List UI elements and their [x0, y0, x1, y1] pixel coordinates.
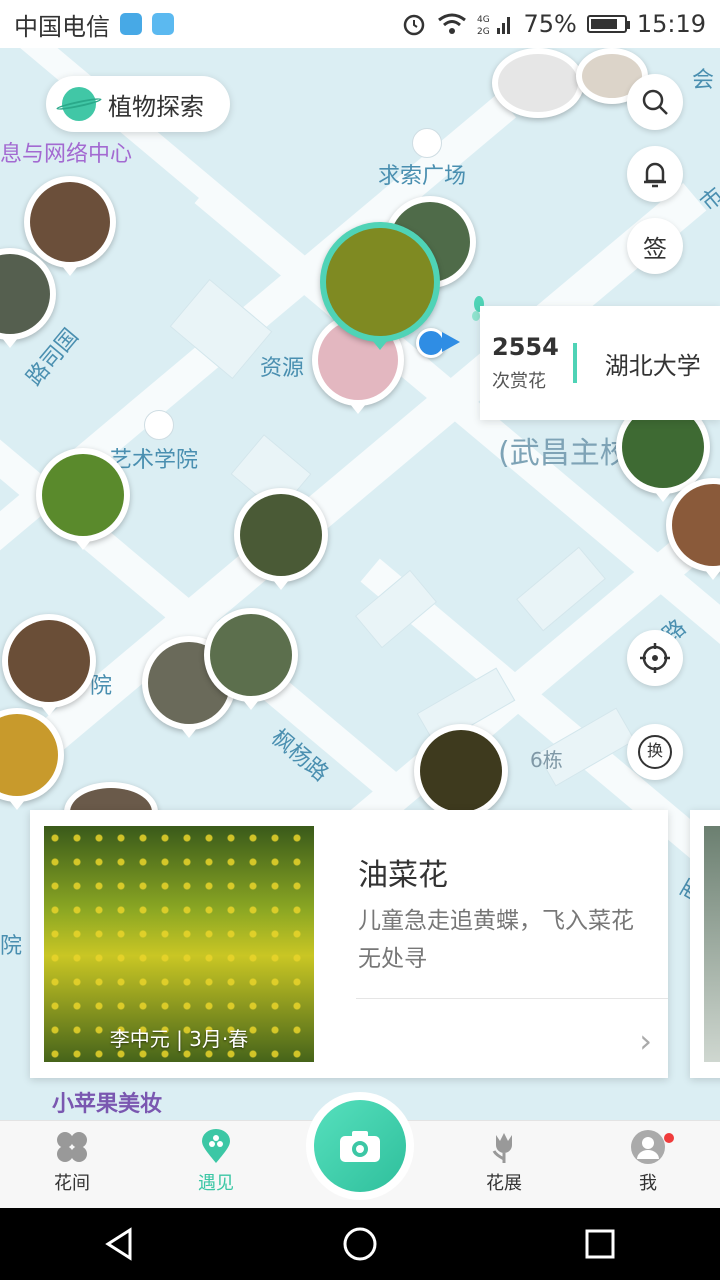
tab-huajian[interactable]: 花间 — [0, 1121, 144, 1209]
photo-credit: 李中元 | 3月·春 — [109, 1027, 249, 1051]
plant-explore-label: 植物探索 — [108, 92, 204, 121]
tab-label: 遇见 — [198, 1173, 234, 1194]
next-flower-card[interactable] — [690, 810, 720, 1078]
alarm-icon — [404, 14, 425, 36]
locate-button[interactable] — [627, 630, 683, 686]
switch-label: 换 — [646, 741, 663, 760]
location-name: 湖北大学 — [604, 351, 701, 380]
heading-arrow — [442, 332, 460, 352]
view-count-number: 2554 — [492, 333, 559, 361]
tab-label: 花展 — [486, 1173, 522, 1194]
info-divider — [572, 343, 577, 383]
flower-pin[interactable] — [492, 48, 584, 118]
flower-pin-selected[interactable] — [320, 222, 440, 350]
search-button[interactable] — [627, 74, 683, 130]
location-info-card[interactable]: 2554 次赏花 湖北大学 — [480, 306, 720, 420]
flower-pin[interactable] — [204, 608, 298, 710]
status-bar: 中国电信 4G 2G 75% 15:19 — [0, 0, 720, 48]
tab-me[interactable]: 我 — [576, 1121, 720, 1209]
landmark-icon — [412, 128, 442, 158]
flower-pin[interactable] — [234, 488, 328, 590]
map-label-art-school: 艺术学院 — [110, 448, 199, 473]
home-icon[interactable] — [342, 1226, 378, 1262]
health-app-icon — [152, 13, 174, 35]
flower-card[interactable]: 李中元 | 3月·春 油菜花 儿童急走追黄蝶，飞入菜花无处寻 › — [30, 810, 668, 1078]
switch-button[interactable]: 换 — [627, 724, 683, 780]
chevron-right-icon[interactable]: › — [639, 1022, 652, 1060]
wifi-icon — [438, 13, 467, 34]
tab-yujian[interactable]: 遇见 — [144, 1121, 288, 1209]
map-label-ziyuan: 资源 — [260, 356, 305, 381]
notification-dot — [664, 1133, 674, 1143]
flower-description: 儿童急走追黄蝶，飞入菜花无处寻 — [358, 908, 634, 972]
map-label-building-6: 6栋 — [530, 748, 563, 772]
flower-pin[interactable] — [414, 724, 508, 826]
bell-icon — [644, 162, 666, 188]
location-app-icon — [120, 13, 142, 35]
avatar-icon — [631, 1130, 665, 1164]
battery-percent: 75% — [523, 10, 577, 38]
plant-explore-chip[interactable]: 植物探索 — [46, 76, 230, 132]
crosshair-icon — [640, 643, 670, 673]
view-count-unit: 次赏花 — [492, 371, 546, 392]
signal-icon: 4G2G — [477, 15, 511, 36]
next-flower-photo — [704, 826, 720, 1062]
flower-pin[interactable] — [2, 614, 96, 716]
tab-label: 花间 — [54, 1173, 90, 1194]
map-label-hui: 会 — [692, 68, 715, 93]
svg-text:4G: 4G — [477, 15, 490, 25]
tab-label: 我 — [639, 1173, 657, 1194]
map-label-shop: 小苹果美妆 — [52, 1092, 163, 1117]
tulip-icon — [492, 1133, 512, 1163]
flower-title: 油菜花 — [358, 858, 448, 893]
map-label-info-center: 息与网络中心 — [0, 142, 133, 167]
map-label-wuchang-campus: (武昌主校 — [498, 436, 630, 471]
clover-icon — [57, 1132, 87, 1162]
camera-button[interactable] — [306, 1092, 414, 1200]
checkin-label: 签 — [643, 234, 667, 263]
checkin-button[interactable]: 签 — [627, 218, 683, 274]
clock: 15:19 — [636, 10, 706, 38]
carrier-label: 中国电信 — [14, 12, 110, 41]
camera-icon — [340, 1131, 380, 1162]
svg-text:2G: 2G — [477, 27, 490, 36]
school-icon — [144, 410, 174, 440]
view-count: 2554 次赏花 — [480, 333, 559, 393]
planet-icon — [62, 87, 96, 121]
switch-icon: 换 — [638, 735, 672, 769]
notification-button[interactable] — [627, 146, 683, 202]
map-pin-icon — [202, 1129, 230, 1163]
flower-pin[interactable] — [24, 176, 116, 276]
tab-huazhan[interactable]: 花展 — [432, 1121, 576, 1209]
search-icon — [642, 89, 668, 115]
system-nav-bar — [0, 1208, 720, 1280]
back-icon[interactable] — [102, 1226, 138, 1262]
flower-pin[interactable] — [36, 448, 130, 550]
map-label-yuan-left: 院 — [0, 934, 23, 959]
card-divider — [356, 998, 668, 999]
battery-icon — [586, 15, 630, 33]
recents-icon[interactable] — [582, 1226, 618, 1262]
map-label-qiusuo-square: 求索广场 — [378, 164, 467, 189]
flower-photo[interactable]: 李中元 | 3月·春 — [44, 826, 314, 1062]
